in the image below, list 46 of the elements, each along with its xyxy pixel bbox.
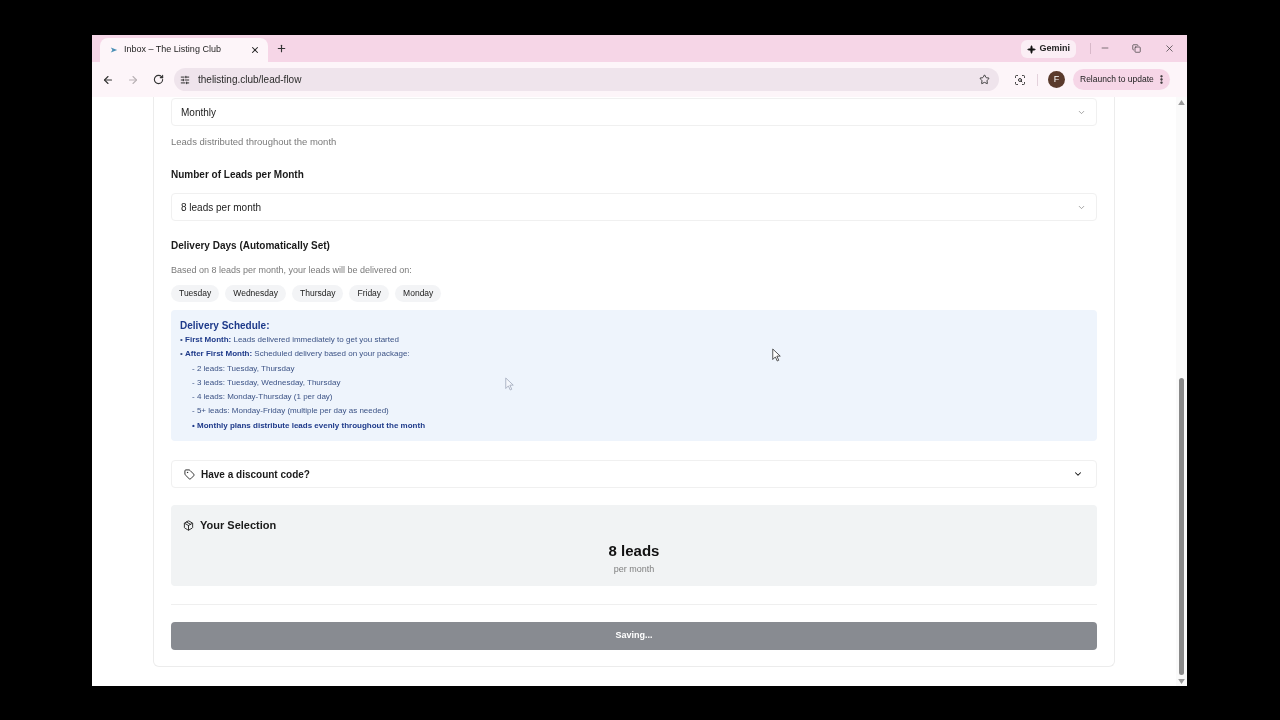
- back-icon[interactable]: [102, 73, 114, 86]
- day-chip: Monday: [395, 285, 442, 302]
- relaunch-button[interactable]: Relaunch to update: [1073, 69, 1170, 90]
- schedule-line: - 2 leads: Tuesday, Thursday: [192, 362, 295, 375]
- selection-value: 8 leads: [608, 542, 660, 560]
- schedule-line: • After First Month: Scheduled delivery based on your package:: [180, 348, 410, 361]
- scrollbar-thumb[interactable]: [1179, 378, 1184, 675]
- selection-title: Your Selection: [200, 518, 277, 532]
- leads-label: Number of Leads per Month: [171, 168, 304, 182]
- days-hint: Based on 8 leads per month, your leads will be delivered on:: [171, 264, 412, 277]
- schedule-line: - 4 leads: Monday-Thursday (1 per day): [192, 391, 333, 404]
- day-chip: Tuesday: [171, 285, 220, 302]
- scroll-up-icon[interactable]: [1178, 100, 1185, 105]
- cursor-icon: [772, 348, 781, 362]
- day-chip: Thursday: [292, 285, 344, 302]
- leads-dropdown[interactable]: 8 leads per month: [171, 193, 1097, 221]
- new-tab-icon[interactable]: [276, 43, 287, 54]
- browser-tab[interactable]: Inbox – The Listing Club: [100, 38, 268, 62]
- days-label: Delivery Days (Automatically Set): [171, 239, 330, 253]
- restore-icon[interactable]: [1132, 44, 1141, 53]
- profile-avatar[interactable]: F: [1048, 71, 1065, 88]
- schedule-line: - 5+ leads: Monday-Friday (multiple per day as needed): [192, 405, 389, 418]
- frequency-hint: Leads distributed throughout the month: [171, 135, 337, 149]
- schedule-line: • First Month: Leads delivered immediately to get you started: [180, 334, 399, 346]
- reload-icon[interactable]: [153, 74, 164, 85]
- bookmark-star-icon[interactable]: [979, 74, 990, 85]
- day-chip: Wednesday: [225, 285, 287, 302]
- close-tab-icon[interactable]: [250, 45, 260, 55]
- sparkle-icon: [1027, 44, 1037, 54]
- discount-toggle[interactable]: Have a discount code?: [171, 460, 1097, 488]
- page-search-icon[interactable]: [1014, 73, 1026, 86]
- frequency-dropdown[interactable]: Monthly: [171, 98, 1097, 126]
- schedule-note: • Monthly plans distribute leads evenly throughout the month: [192, 419, 426, 432]
- close-window-icon[interactable]: [1164, 43, 1175, 54]
- selection-unit: per month: [613, 563, 655, 575]
- address-bar[interactable]: thelisting.club/lead-flow: [174, 68, 999, 91]
- schedule-title: Delivery Schedule:: [180, 319, 270, 333]
- schedule-line: - 3 leads: Tuesday, Wednesday, Thursday: [192, 376, 341, 389]
- tag-icon: [184, 468, 195, 480]
- day-chip: Friday: [349, 285, 390, 302]
- favicon-icon: [110, 46, 118, 54]
- cursor-icon: [505, 377, 514, 391]
- package-icon: [183, 519, 194, 531]
- site-settings-icon[interactable]: [180, 74, 190, 85]
- scroll-down-icon[interactable]: [1178, 679, 1185, 684]
- gemini-button[interactable]: Gemini: [1021, 40, 1076, 58]
